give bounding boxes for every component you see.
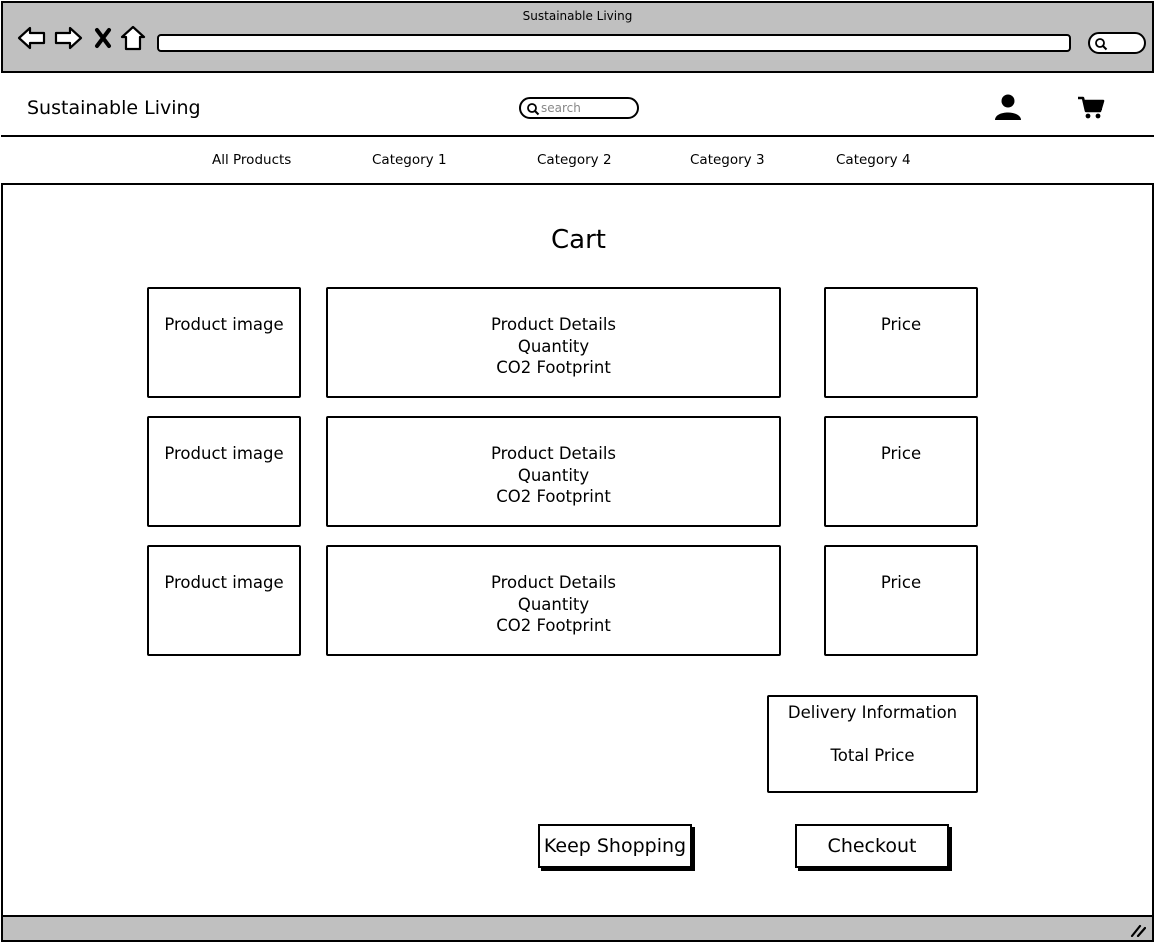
- summary-spacer: [769, 724, 976, 746]
- home-icon[interactable]: [120, 25, 146, 51]
- nav-item-category-1[interactable]: Category 1: [372, 152, 447, 168]
- product-details: Product Details Quantity CO2 Footprint: [326, 416, 781, 527]
- status-bar: [1, 915, 1154, 942]
- product-details: Product Details Quantity CO2 Footprint: [326, 545, 781, 656]
- price-label: Price: [880, 315, 922, 334]
- price-box: Price: [824, 545, 978, 656]
- product-details-label: Product Details: [490, 573, 617, 592]
- delivery-information-label: Delivery Information: [787, 703, 958, 722]
- product-details: Product Details Quantity CO2 Footprint: [326, 287, 781, 398]
- nav-item-category-3[interactable]: Category 3: [690, 152, 765, 168]
- search-icon: [1095, 38, 1108, 51]
- checkout-button[interactable]: Checkout: [795, 824, 949, 868]
- browser-toolbar: Sustainable Living: [1, 1, 1154, 73]
- co2-footprint-label: CO2 Footprint: [496, 616, 611, 635]
- site-logo[interactable]: Sustainable Living: [27, 97, 201, 119]
- co2-footprint-label: CO2 Footprint: [496, 487, 611, 506]
- product-image-label: Product image: [164, 444, 284, 463]
- keep-shopping-button[interactable]: Keep Shopping: [538, 824, 692, 868]
- address-bar[interactable]: [157, 34, 1071, 52]
- site-header: Sustainable Living: [1, 73, 1154, 137]
- price-box: Price: [824, 416, 978, 527]
- window-title: Sustainable Living: [522, 9, 633, 23]
- resize-grip-icon[interactable]: [1130, 923, 1146, 937]
- category-nav: All Products Category 1 Category 2 Categ…: [1, 137, 1154, 185]
- nav-item-all-products[interactable]: All Products: [212, 152, 291, 168]
- total-price-label: Total Price: [830, 746, 915, 765]
- price-label: Price: [880, 573, 922, 592]
- quantity-label: Quantity: [517, 465, 590, 485]
- search-icon: [527, 103, 540, 116]
- forward-arrow-icon[interactable]: [53, 25, 83, 51]
- quantity-label: Quantity: [517, 594, 590, 614]
- product-image-label: Product image: [164, 573, 284, 592]
- product-details-label: Product Details: [490, 315, 617, 334]
- price-box: Price: [824, 287, 978, 398]
- quantity-label: Quantity: [517, 336, 590, 356]
- site-search-box[interactable]: [519, 97, 639, 119]
- order-summary: Delivery Information Total Price: [767, 695, 978, 793]
- close-x-icon[interactable]: [94, 25, 112, 51]
- co2-footprint-label: CO2 Footprint: [496, 358, 611, 377]
- price-label: Price: [880, 444, 922, 463]
- user-icon[interactable]: [994, 93, 1022, 121]
- search-input[interactable]: [541, 101, 631, 115]
- browser-search-button[interactable]: [1088, 32, 1146, 54]
- product-image-label: Product image: [164, 315, 284, 334]
- nav-item-category-2[interactable]: Category 2: [537, 152, 612, 168]
- page-title: Cart: [551, 225, 606, 255]
- product-details-label: Product Details: [490, 444, 617, 463]
- nav-item-category-4[interactable]: Category 4: [836, 152, 911, 168]
- product-image: Product image: [147, 545, 301, 656]
- cart-icon[interactable]: [1077, 95, 1105, 121]
- product-image: Product image: [147, 287, 301, 398]
- product-image: Product image: [147, 416, 301, 527]
- back-arrow-icon[interactable]: [17, 25, 47, 51]
